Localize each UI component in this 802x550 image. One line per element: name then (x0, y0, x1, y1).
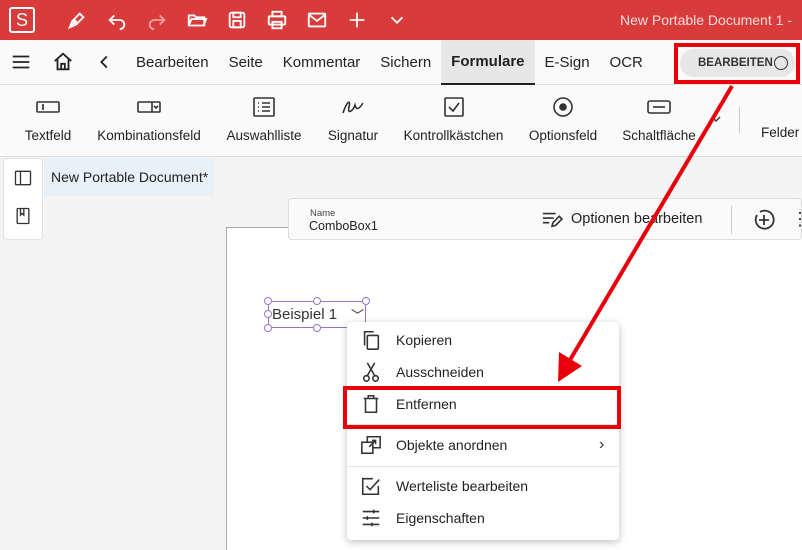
arrange-icon (361, 435, 381, 455)
document-tab-title: New Portable Document* (51, 169, 209, 185)
field-name-value[interactable]: ComboBox1 (309, 219, 378, 233)
combo-box-icon (137, 101, 161, 113)
menu-item-bearbeiten[interactable]: Bearbeiten (126, 40, 219, 85)
ribbon-label: Kombinationsfeld (97, 128, 201, 143)
field-property-bar: Name ComboBox1 Optionen bearbeiten ⋮ (288, 198, 802, 240)
ribbon-textfeld-button[interactable]: Textfeld (24, 85, 72, 157)
home-icon[interactable] (42, 40, 84, 85)
radio-button-icon (553, 97, 573, 117)
ribbon-felder-button[interactable]: Felder l (761, 85, 802, 157)
more-options-icon[interactable]: ⋮ (791, 209, 802, 230)
document-tab[interactable]: New Portable Document* (44, 158, 214, 196)
sliders-icon (362, 509, 380, 527)
ribbon-label: Kontrollkästchen (403, 128, 504, 143)
highlight-box-entfernen (343, 386, 621, 429)
ctx-item-eigenschaften[interactable]: Eigenschaften (347, 502, 619, 534)
edit-list-icon (542, 212, 563, 228)
ribbon-optionsfeld-button[interactable]: Optionsfeld (528, 85, 598, 157)
menu-item-kommentar[interactable]: Kommentar (273, 40, 371, 85)
ribbon-kontrollkaestchen-button[interactable]: Kontrollkästchen (403, 85, 504, 157)
resize-handle[interactable] (362, 297, 370, 305)
checkbox-edit-icon (361, 477, 380, 496)
ribbon-kombinationsfeld-button[interactable]: Kombinationsfeld (97, 85, 201, 157)
submenu-chevron-icon: › (599, 436, 605, 453)
redo-icon[interactable] (137, 0, 177, 40)
ctx-item-label: Kopieren (396, 332, 453, 348)
title-bar: S New Portable Document 1 - (0, 0, 802, 40)
highlight-box-edit-toggle (674, 43, 800, 84)
resize-handle[interactable] (264, 297, 272, 305)
resize-handle[interactable] (264, 310, 272, 318)
left-side-panel (3, 158, 43, 240)
back-chevron-icon[interactable] (84, 40, 126, 85)
copy-icon (363, 330, 380, 350)
resize-handle[interactable] (313, 297, 321, 305)
context-menu: Kopieren Ausschneiden Entfernen Objekte … (347, 322, 619, 540)
ctx-separator (347, 466, 619, 467)
ctx-item-kopieren[interactable]: Kopieren (347, 324, 619, 356)
ribbon-auswahlliste-button[interactable]: Auswahlliste (226, 85, 302, 157)
edit-options-button[interactable]: Optionen bearbeiten (541, 209, 702, 229)
property-bar-separator (731, 206, 732, 234)
ribbon-label: Optionsfeld (528, 128, 598, 143)
ribbon-more-chevron-icon[interactable] (708, 111, 724, 132)
signature-icon (342, 101, 364, 114)
ribbon-label: Signatur (327, 128, 379, 143)
plus-icon[interactable] (337, 0, 377, 40)
ribbon-separator (739, 107, 740, 133)
mail-icon[interactable] (297, 0, 337, 40)
field-name-label: Name (310, 208, 336, 219)
menu-item-esign[interactable]: E-Sign (535, 40, 600, 85)
ctx-item-label: Objekte anordnen (396, 437, 508, 453)
ribbon-label: Textfeld (24, 128, 72, 143)
ribbon-label: Felder l (761, 125, 802, 140)
ribbon-label: Schaltfläche (622, 128, 696, 143)
menu-item-seite[interactable]: Seite (219, 40, 273, 85)
sidebar-toggle-icon[interactable] (4, 159, 42, 197)
push-button-icon (647, 100, 671, 114)
ctx-item-label: Eigenschaften (396, 510, 485, 526)
menu-item-ocr[interactable]: OCR (600, 40, 653, 85)
list-box-icon (253, 97, 275, 117)
window-title: New Portable Document 1 - (620, 12, 792, 28)
ctx-item-objekte-anordnen[interactable]: Objekte anordnen › (347, 429, 619, 461)
edit-options-label: Optionen bearbeiten (571, 211, 703, 227)
pen-icon[interactable] (57, 0, 97, 40)
checkbox-icon (443, 97, 464, 117)
undo-icon[interactable] (97, 0, 137, 40)
chevron-down-icon[interactable] (377, 0, 417, 40)
menu-item-formulare[interactable]: Formulare (441, 39, 535, 85)
forms-ribbon: Textfeld Kombinationsfeld Auswahlliste S… (0, 85, 802, 157)
open-folder-icon[interactable] (177, 0, 217, 40)
hamburger-menu-icon[interactable] (0, 40, 42, 85)
ctx-item-ausschneiden[interactable]: Ausschneiden (347, 356, 619, 388)
ribbon-signatur-button[interactable]: Signatur (327, 85, 379, 157)
print-icon[interactable] (257, 0, 297, 40)
ctx-item-werteliste-bearbeiten[interactable]: Werteliste bearbeiten (347, 470, 619, 502)
resize-handle[interactable] (264, 324, 272, 332)
ribbon-label: Auswahlliste (226, 128, 302, 143)
ctx-item-label: Ausschneiden (396, 364, 484, 380)
combobox-value: Beispiel 1 (272, 306, 338, 323)
text-field-icon (36, 101, 60, 113)
save-icon[interactable] (217, 0, 257, 40)
app-logo: S (9, 7, 35, 33)
bookmark-icon[interactable] (4, 197, 42, 235)
scissors-icon (362, 362, 380, 382)
ribbon-schaltflaeche-button[interactable]: Schaltfläche (622, 85, 696, 157)
ctx-item-label: Werteliste bearbeiten (396, 478, 529, 494)
menu-item-sichern[interactable]: Sichern (370, 40, 441, 85)
resize-handle[interactable] (313, 324, 321, 332)
